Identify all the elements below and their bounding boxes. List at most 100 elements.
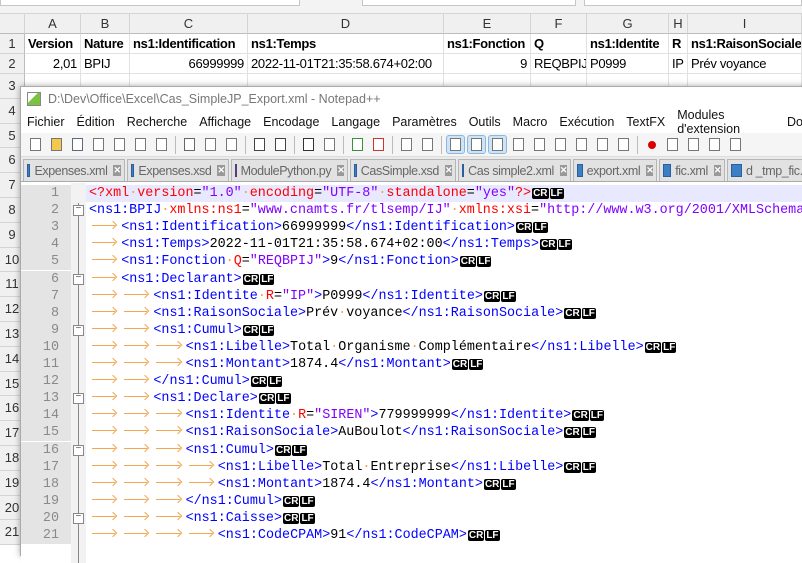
close-tab-icon[interactable]: ✕ xyxy=(646,165,654,176)
cell[interactable]: Nature xyxy=(81,34,130,54)
stop-record-button[interactable] xyxy=(664,136,681,153)
open-file-button[interactable] xyxy=(48,136,65,153)
tab-expenses-xsd[interactable]: Expenses.xsd ✕ xyxy=(126,159,229,181)
fold-toggle-icon[interactable]: − xyxy=(73,444,84,456)
cell[interactable]: 2,01 xyxy=(25,54,81,74)
folder-workspace-button[interactable] xyxy=(594,136,611,153)
cell[interactable]: Prév voyance xyxy=(688,54,802,74)
save-button[interactable] xyxy=(69,136,86,153)
copy-button[interactable] xyxy=(202,136,219,153)
doc-list-button[interactable] xyxy=(552,136,569,153)
run-macro-multiple-button[interactable] xyxy=(706,136,723,153)
code-line[interactable]: <ns1:Cumul> CR LF xyxy=(86,322,802,339)
menu-affichage[interactable]: Affichage xyxy=(193,115,257,129)
fold-toggle-icon[interactable]: − xyxy=(73,273,84,285)
code-line[interactable]: <ns1:RaisonSociale>AuBoulot</ns1:RaisonS… xyxy=(86,424,802,441)
close-tab-icon[interactable]: ✕ xyxy=(444,165,453,176)
close-tab-icon[interactable]: ✕ xyxy=(113,165,121,176)
fold-toggle-icon[interactable]: − xyxy=(73,205,84,217)
word-wrap-button[interactable] xyxy=(446,135,465,154)
cell[interactable]: ns1:Identite xyxy=(587,34,669,54)
cell[interactable]: P0999 xyxy=(587,54,669,74)
code-line[interactable]: <ns1:Declarant> CR LF xyxy=(86,271,802,288)
select-all-corner[interactable] xyxy=(0,14,25,34)
find-button[interactable] xyxy=(300,136,317,153)
column-header-H[interactable]: H xyxy=(669,14,688,34)
tab-modulepython-py[interactable]: ModulePython.py ✕ xyxy=(230,159,348,181)
code-line[interactable]: <ns1:Identite·R="IP">P0999</ns1:Identite… xyxy=(86,288,802,305)
cell[interactable]: ns1:Fonction xyxy=(444,34,531,54)
indent-guide-button[interactable] xyxy=(488,135,507,154)
show-all-chars-button[interactable] xyxy=(467,135,486,154)
cell[interactable]: ns1:Temps xyxy=(248,34,444,54)
menu-textfx[interactable]: TextFX xyxy=(620,115,671,129)
code-line[interactable]: </ns1:Cumul> CR LF xyxy=(86,493,802,510)
print-button[interactable] xyxy=(153,136,170,153)
close-all-button[interactable] xyxy=(132,136,149,153)
menu-do[interactable]: Do xyxy=(781,115,802,129)
column-header-A[interactable]: A xyxy=(25,14,81,34)
close-button[interactable] xyxy=(111,136,128,153)
code-line[interactable]: </ns1:Cumul> CR LF xyxy=(86,373,802,390)
cell[interactable]: ns1:RaisonSociale xyxy=(688,34,802,54)
code-line[interactable]: <?xml·version="1.0"·encoding="UTF-8"·sta… xyxy=(86,185,802,203)
code-line[interactable]: <ns1:Identification>66999999</ns1:Identi… xyxy=(86,219,802,236)
cell[interactable]: Q xyxy=(531,34,587,54)
sync-horizontal-button[interactable] xyxy=(419,136,436,153)
formula-bar[interactable] xyxy=(584,0,802,6)
menu-param-tres[interactable]: Paramètres xyxy=(386,115,463,129)
code-line[interactable]: <ns1:Temps>2022-11-01T21:35:58.674+02:00… xyxy=(86,236,802,253)
sync-vertical-button[interactable] xyxy=(398,136,415,153)
fold-toggle-icon[interactable]: − xyxy=(73,393,84,405)
cell[interactable]: 66999999 xyxy=(130,54,248,74)
code-line[interactable]: <ns1:Cumul> CR LF xyxy=(86,442,802,459)
tab-cassimple-xsd[interactable]: CasSimple.xsd ✕ xyxy=(349,159,457,181)
cell[interactable]: REQBPIJ xyxy=(531,54,587,74)
code-line[interactable]: <ns1:Fonction·Q="REQBPIJ">9</ns1:Fonctio… xyxy=(86,253,802,270)
menu-encodage[interactable]: Encodage xyxy=(257,115,325,129)
tab-export-xml[interactable]: export.xml ✕ xyxy=(573,159,658,181)
column-header-B[interactable]: B xyxy=(81,14,130,34)
cell[interactable]: Version xyxy=(25,34,81,54)
menu-outils[interactable]: Outils xyxy=(463,115,507,129)
row-header[interactable]: 1 xyxy=(0,34,25,54)
fold-toggle-icon[interactable]: − xyxy=(73,512,84,524)
close-tab-icon[interactable]: ✕ xyxy=(713,165,721,176)
column-header-E[interactable]: E xyxy=(444,14,531,34)
close-tab-icon[interactable]: ✕ xyxy=(217,165,225,176)
menu-modules-d-extension[interactable]: Modules d'extension xyxy=(671,108,781,136)
new-file-button[interactable] xyxy=(27,136,44,153)
zoom-out-button[interactable] xyxy=(370,136,387,153)
code-line[interactable]: <ns1:Identite·R="SIREN">779999999</ns1:I… xyxy=(86,407,802,424)
tab-cas-simple2-xml[interactable]: Cas simple2.xml ✕ xyxy=(458,159,572,181)
menu-recherche[interactable]: Recherche xyxy=(121,115,193,129)
replace-button[interactable] xyxy=(321,136,338,153)
function-list-button[interactable] xyxy=(573,136,590,153)
row-header[interactable]: 2 xyxy=(0,54,25,74)
zoom-in-button[interactable] xyxy=(349,136,366,153)
tab-expenses-xml[interactable]: Expenses.xml ✕ xyxy=(23,159,125,181)
column-header-I[interactable]: I xyxy=(688,14,802,34)
cell[interactable]: IP xyxy=(669,54,688,74)
tab-d-tmp-fic-[interactable]: d _tmp_fic. xyxy=(726,159,802,181)
menu--dition[interactable]: Édition xyxy=(71,115,121,129)
code-line[interactable]: <ns1:RaisonSociale>Prév·voyance</ns1:Rai… xyxy=(86,305,802,322)
cell[interactable]: R xyxy=(669,34,688,54)
code-line[interactable]: <ns1:Libelle>Total·Entreprise</ns1:Libel… xyxy=(86,459,802,476)
close-tab-icon[interactable]: ✕ xyxy=(559,165,567,176)
doc-map-button[interactable] xyxy=(531,136,548,153)
code-line[interactable]: <ns1:Montant>1874.4</ns1:Montant> CR LF xyxy=(86,356,802,373)
paste-button[interactable] xyxy=(223,136,240,153)
code-line[interactable]: <ns1:CodeCPAM>91</ns1:CodeCPAM> CR LF xyxy=(86,527,802,544)
cell[interactable]: 9 xyxy=(444,54,531,74)
code-line[interactable]: <ns1:Libelle>Total·Organisme·Complémenta… xyxy=(86,339,802,356)
column-header-C[interactable]: C xyxy=(130,14,248,34)
cell[interactable]: ns1:Identification xyxy=(130,34,248,54)
tab-fic-xml[interactable]: fic.xml ✕ xyxy=(659,159,725,181)
save-all-button[interactable] xyxy=(90,136,107,153)
code-editor[interactable]: 1 <?xml·version="1.0"·encoding="UTF-8"·st… xyxy=(21,183,802,563)
menu-macro[interactable]: Macro xyxy=(507,115,554,129)
column-header-G[interactable]: G xyxy=(587,14,669,34)
fold-toggle-icon[interactable]: − xyxy=(73,324,84,336)
save-macro-button[interactable] xyxy=(727,136,744,153)
